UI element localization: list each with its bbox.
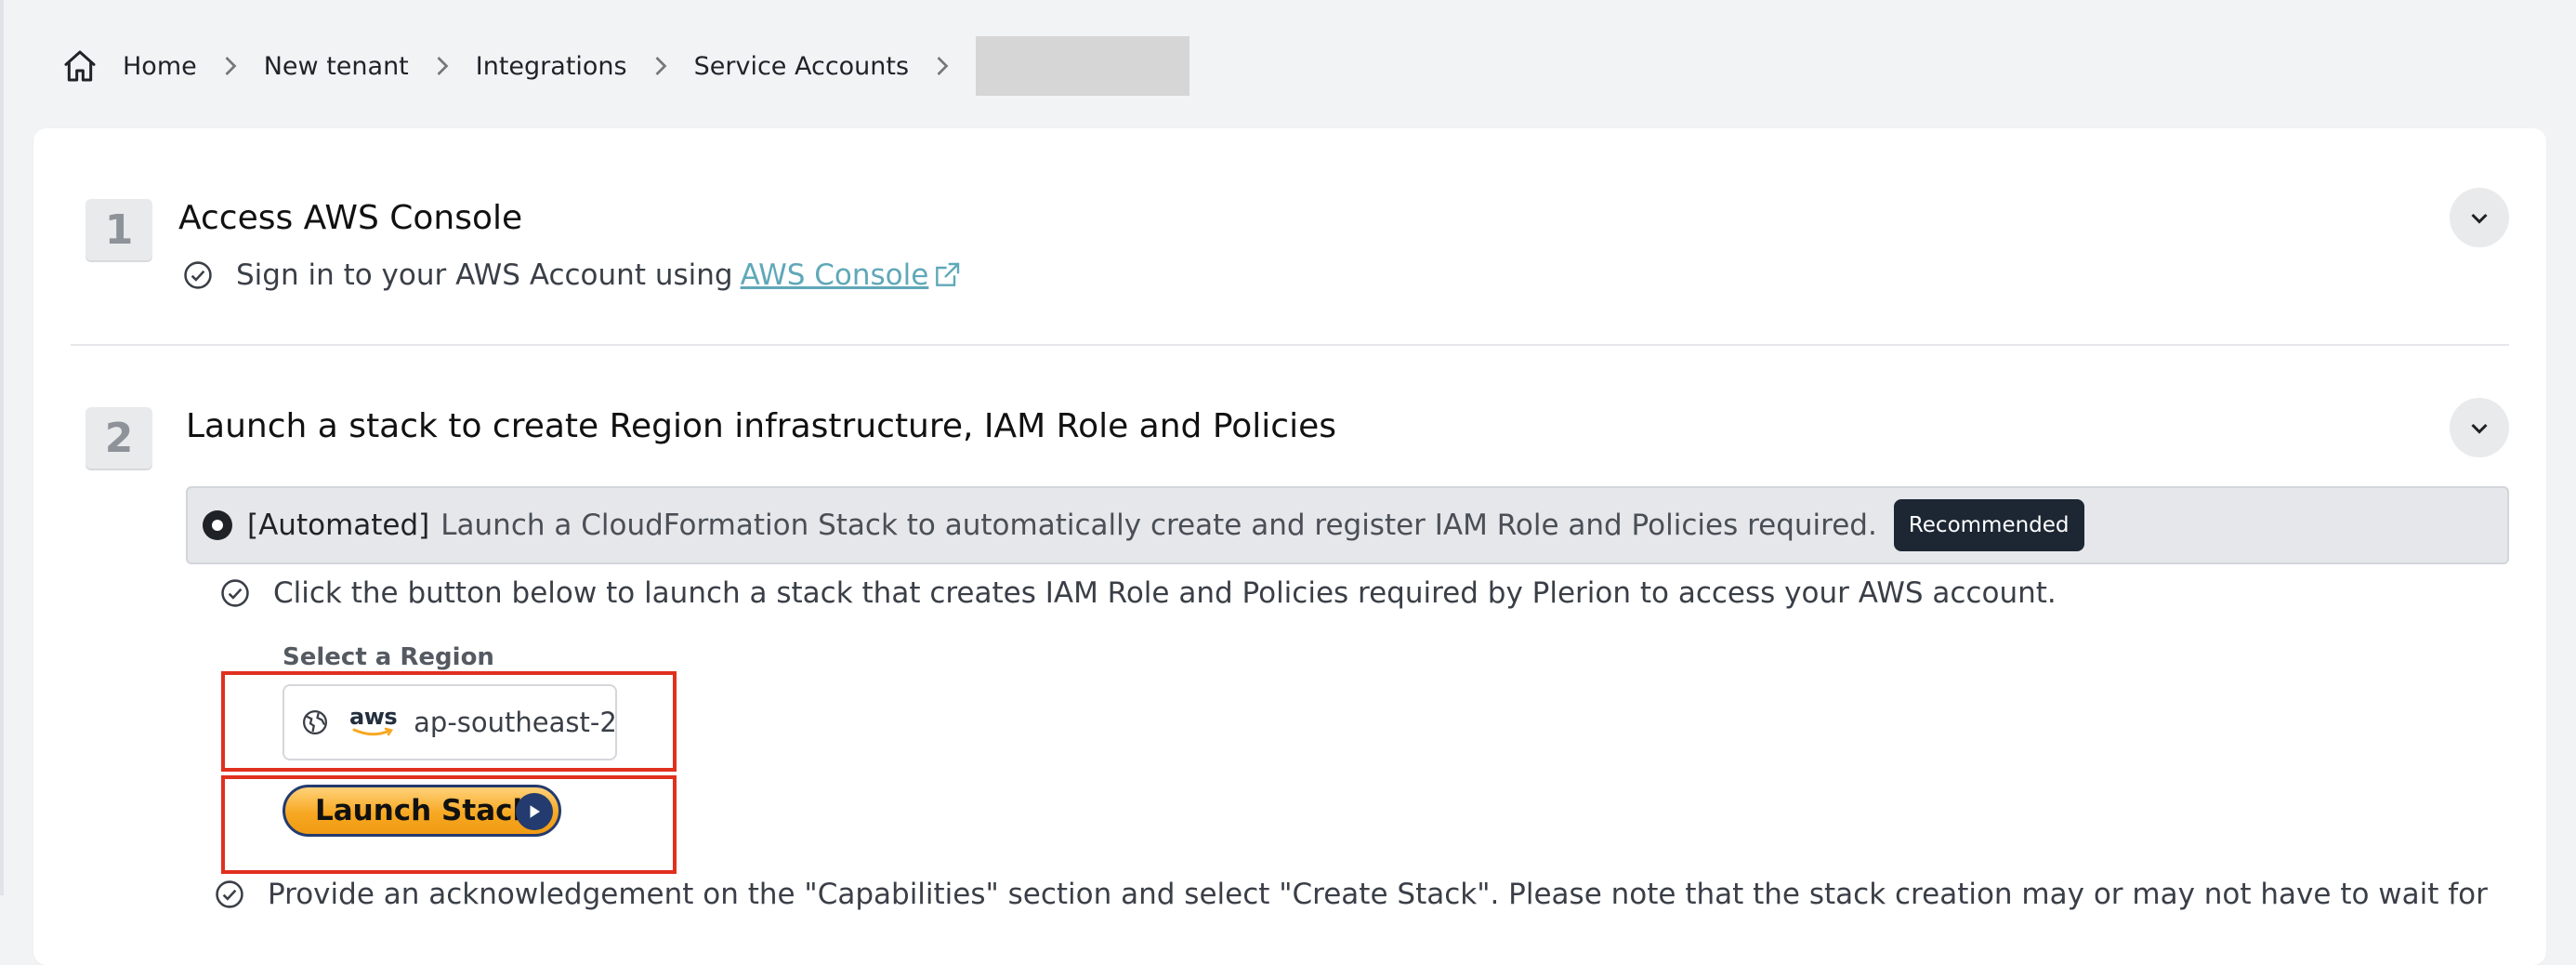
chevron-down-icon: [2471, 213, 2488, 224]
step-1-instruction-text: Sign in to your AWS Account using: [236, 258, 733, 292]
external-link-icon[interactable]: [932, 260, 962, 290]
step-1-collapse-button[interactable]: [2450, 188, 2509, 247]
setup-card: 1 Access AWS Console Sign in to your AWS…: [33, 128, 2546, 965]
step-2-next-instruction-text: Provide an acknowledgement on the "Capab…: [268, 878, 2488, 911]
breadcrumb-integrations[interactable]: Integrations: [476, 52, 627, 81]
aws-console-link[interactable]: AWS Console: [741, 258, 929, 292]
step-2-next-instruction: Provide an acknowledgement on the "Capab…: [214, 878, 2488, 911]
option-description: Launch a CloudFormation Stack to automat…: [440, 509, 1877, 542]
chevron-right-icon: [409, 55, 476, 77]
window-edge: [0, 0, 4, 895]
chevron-right-icon: [909, 55, 976, 77]
check-circle-icon: [214, 879, 245, 910]
step-2-title: Launch a stack to create Region infrastr…: [186, 407, 1337, 445]
chevron-down-icon: [2471, 423, 2488, 434]
chevron-right-icon: [627, 55, 694, 77]
step-2-instruction-text: Click the button below to launch a stack…: [273, 576, 2057, 610]
highlight-launch-box: [221, 775, 677, 874]
step-1-instruction: Sign in to your AWS Account using AWS Co…: [182, 258, 962, 292]
recommended-badge: Recommended: [1893, 499, 2084, 551]
breadcrumb: Home New tenant Integrations Service Acc…: [61, 36, 1190, 96]
option-tag: [Automated]: [247, 509, 430, 542]
step-2-collapse-button[interactable]: [2450, 398, 2509, 457]
check-circle-icon: [219, 577, 251, 609]
step-1-number: 1: [85, 199, 152, 260]
step-divider: [71, 344, 2509, 346]
breadcrumb-redacted-item: [976, 36, 1190, 96]
breadcrumb-home[interactable]: Home: [123, 52, 197, 81]
option-radio-selected[interactable]: [203, 510, 232, 540]
step-2-number: 2: [85, 407, 152, 469]
step-1-title: Access AWS Console: [178, 199, 523, 237]
home-icon[interactable]: [61, 47, 99, 85]
check-circle-icon: [182, 259, 214, 291]
region-label: Select a Region: [283, 643, 494, 671]
step-2-instruction: Click the button below to launch a stack…: [219, 576, 2057, 610]
highlight-region-box: [221, 671, 677, 772]
breadcrumb-service-accounts[interactable]: Service Accounts: [694, 52, 909, 81]
breadcrumb-new-tenant[interactable]: New tenant: [264, 52, 409, 81]
automated-option[interactable]: [Automated] Launch a CloudFormation Stac…: [186, 486, 2509, 564]
chevron-right-icon: [197, 55, 264, 77]
